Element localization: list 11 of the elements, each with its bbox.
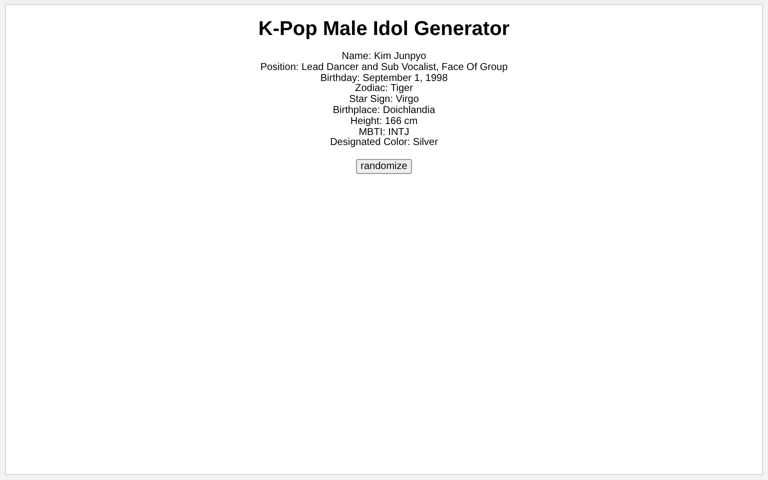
randomize-button[interactable]: randomize — [356, 159, 412, 174]
detail-text: Designated Color: Silver — [330, 138, 438, 150]
detail-text: Birthplace: Doichlandia — [332, 106, 436, 116]
detail-text: Position: Lead Dancer and Sub Vocalist, Face Of Group — [260, 62, 508, 74]
detail-text: Zodiac: Tiger — [355, 84, 413, 95]
detail-text: Height: 166 cm — [350, 116, 418, 128]
detail-text: MBTI: INTJ — [358, 128, 410, 138]
detail-text: Name: Kim Junpyo — [342, 52, 426, 62]
detail-text: Birthday: September 1, 1998 — [320, 74, 448, 84]
detail-text: Star Sign: Virgo — [349, 95, 419, 106]
page-title: K-Pop Male Idol Generator — [258, 18, 510, 40]
